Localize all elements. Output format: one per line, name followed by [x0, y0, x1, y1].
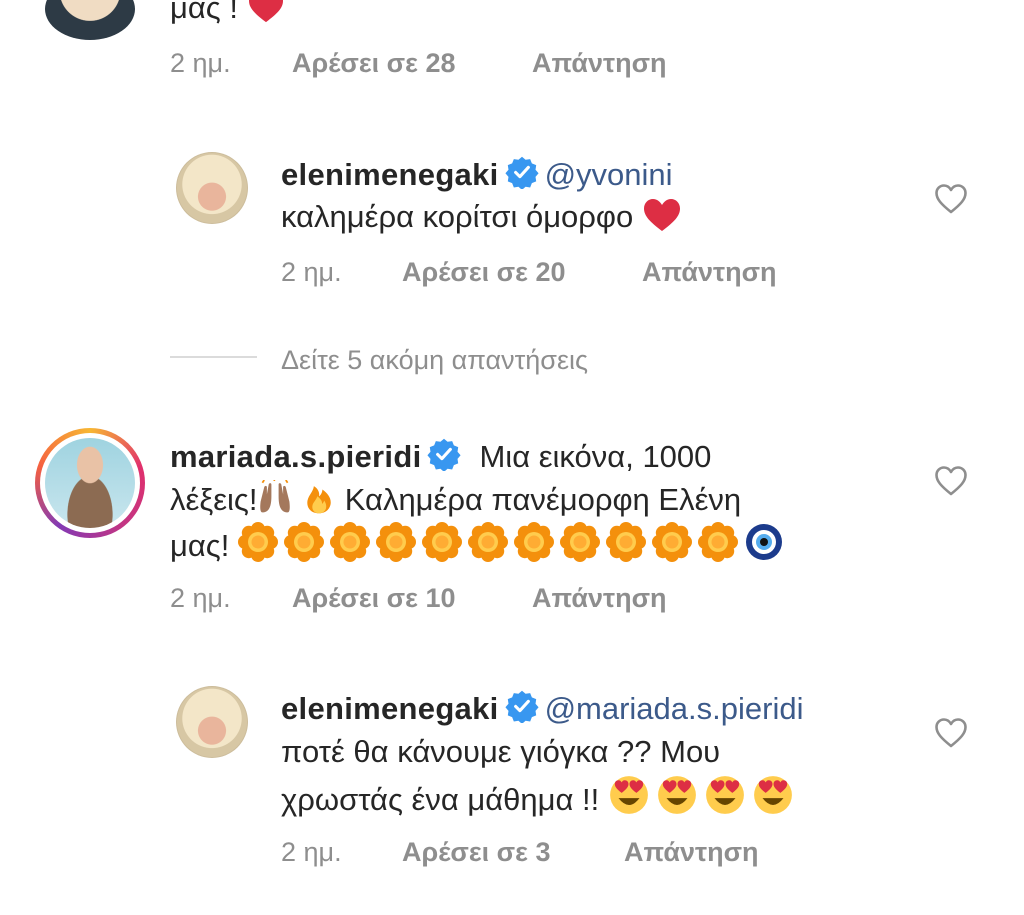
divider — [170, 356, 257, 358]
comment-header: mariada.s.pieridi Μια εικόνα, 1000 — [170, 435, 711, 478]
red-heart-icon — [247, 0, 285, 24]
blossom-icon — [606, 522, 646, 562]
fire-icon — [302, 480, 336, 516]
heart-eyes-icon — [656, 774, 698, 816]
heart-eyes-icon — [752, 774, 794, 816]
likes-count-link[interactable]: Αρέσει σε 10 — [292, 583, 456, 614]
verified-badge-icon — [427, 437, 461, 471]
comment-text: καλημέρα κορίτσι όμορφο — [281, 195, 682, 238]
emoji-row — [608, 782, 800, 817]
blossom-icon — [514, 522, 554, 562]
comment-text: ποτέ θα κάνουμε γιόγκα ?? Μου — [281, 734, 721, 769]
reply-button[interactable]: Απάντηση — [532, 48, 667, 79]
like-heart-icon[interactable] — [934, 465, 968, 497]
blossom-icon — [560, 522, 600, 562]
heart-eyes-icon — [704, 774, 746, 816]
like-heart-icon[interactable] — [934, 717, 968, 749]
username-link[interactable]: elenimenegaki — [281, 157, 499, 192]
raising-hands-icon — [257, 480, 293, 516]
story-avatar[interactable] — [35, 428, 145, 538]
view-more-replies-button[interactable]: Δείτε 5 ακόμη απαντήσεις — [281, 345, 588, 376]
blossom-icon — [330, 522, 370, 562]
heart-eyes-icon — [608, 774, 650, 816]
comment-text: μας ! — [170, 0, 285, 29]
mention-link[interactable]: @yvonini — [545, 157, 673, 192]
blossom-icon — [468, 522, 508, 562]
avatar[interactable] — [176, 686, 248, 758]
reply-button[interactable]: Απάντηση — [642, 257, 777, 288]
likes-count-link[interactable]: Αρέσει σε 20 — [402, 257, 566, 288]
comment-time: 2 ημ. — [281, 837, 342, 867]
blossom-icon — [238, 522, 278, 562]
comment-time: 2 ημ. — [170, 583, 231, 613]
emoji-row — [238, 528, 744, 563]
comment-time: 2 ημ. — [281, 257, 342, 287]
nazar-amulet-icon — [744, 522, 784, 562]
avatar[interactable] — [176, 152, 248, 224]
comment-time: 2 ημ. — [170, 48, 231, 78]
likes-count-link[interactable]: Αρέσει σε 3 — [402, 837, 550, 868]
mention-link[interactable]: @mariada.s.pieridi — [545, 691, 804, 726]
blossom-icon — [284, 522, 324, 562]
blossom-icon — [652, 522, 692, 562]
username-link[interactable]: mariada.s.pieridi — [170, 439, 421, 474]
username-link[interactable]: elenimenegaki — [281, 691, 499, 726]
blossom-icon — [698, 522, 738, 562]
comment-text: Μια εικόνα, 1000 — [479, 439, 712, 474]
comment-text-line: λέξεις! Καλημέρα πανέμορφη Ελένη — [170, 478, 741, 521]
red-heart-icon — [642, 197, 682, 233]
verified-badge-icon — [505, 689, 539, 723]
reply-button[interactable]: Απάντηση — [624, 837, 759, 868]
like-heart-icon[interactable] — [934, 183, 968, 215]
comment-text-line: χρωστάς ένα μάθημα !! — [281, 774, 800, 821]
blossom-icon — [422, 522, 462, 562]
verified-badge-icon — [505, 155, 539, 189]
reply-button[interactable]: Απάντηση — [532, 583, 667, 614]
comment-header: elenimenegaki @mariada.s.pieridi — [281, 689, 803, 727]
avatar[interactable] — [45, 0, 135, 40]
comment-text-line: μας! — [170, 522, 784, 567]
likes-count-link[interactable]: Αρέσει σε 28 — [292, 48, 456, 79]
comment-header: elenimenegaki @yvonini — [281, 155, 673, 193]
blossom-icon — [376, 522, 416, 562]
